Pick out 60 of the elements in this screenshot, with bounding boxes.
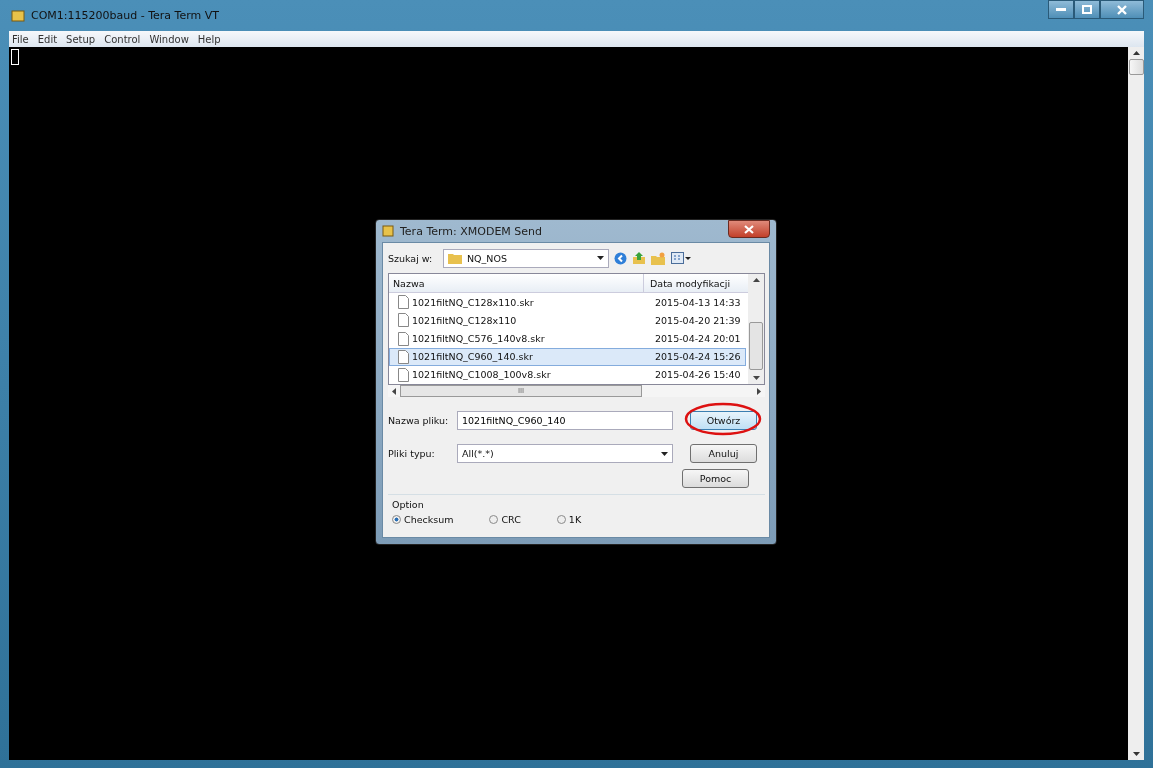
close-button[interactable] [1100,0,1144,19]
file-row[interactable]: 1021filtNQ_C128x110.skr 2015-04-13 14:33 [389,293,746,312]
view-menu-icon[interactable] [671,252,691,264]
vertical-scrollbar[interactable] [1128,47,1144,760]
scroll-left-icon[interactable] [392,387,396,395]
folder-icon [448,252,462,264]
minimize-button[interactable] [1048,0,1074,19]
scroll-up-icon[interactable] [752,278,760,282]
look-in-label: Szukaj w: [388,252,434,264]
menu-item[interactable]: Help [197,33,221,45]
close-button[interactable] [728,220,770,238]
close-icon [744,224,754,234]
minimize-icon [1056,7,1066,12]
scroll-up-icon[interactable] [1132,51,1140,55]
scroll-down-icon[interactable] [752,376,760,380]
menu-item[interactable]: Control [104,33,141,45]
scroll-thumb[interactable] [749,322,763,370]
option-label: Option [392,499,424,510]
file-name-label: Nazwa pliku: [388,415,450,426]
column-header[interactable]: Nazwa [389,274,644,293]
file-row[interactable]: 1021filtNQ_C1008_100v8.skr 2015-04-26 15:40 [389,365,746,385]
scroll-down-icon[interactable] [1132,752,1140,756]
file-row[interactable]: 1021filtNQ_C128x110 2015-04-20 21:39 [389,311,746,330]
scroll-right-icon[interactable] [757,387,761,395]
text-cursor [11,49,19,65]
radio-option[interactable]: CRC [489,514,521,525]
app-icon [382,225,394,237]
menu-item[interactable]: Window [149,33,189,45]
file-icon [398,349,409,364]
window-title: COM1:115200baud - Tera Term VT [31,9,219,22]
list-scrollbar[interactable] [748,274,764,384]
back-icon[interactable] [614,251,627,265]
maximize-icon [1082,5,1092,14]
file-icon [398,331,409,346]
scroll-thumb[interactable] [1128,59,1144,75]
help-button[interactable]: Pomoc [682,469,749,488]
radio-option[interactable]: 1K [556,514,582,525]
maximize-button[interactable] [1074,0,1100,19]
folder-dropdown[interactable]: NQ_NOS [443,248,609,268]
menu-item[interactable]: Edit [37,33,58,45]
file-type-dropdown[interactable]: All(*.*) [457,444,673,463]
column-header[interactable]: Data modyfikacji [644,277,731,289]
open-button[interactable]: Otwórz [690,411,757,430]
file-type-label: Pliki typu: [388,448,436,459]
dropdown-caret-icon [661,451,668,456]
dropdown-caret-icon [597,256,604,260]
file-name-field[interactable]: 1021filtNQ_C960_140 [457,411,673,430]
cancel-button[interactable]: Anuluj [690,444,757,463]
file-icon [398,313,409,328]
app-icon [11,8,25,23]
menu-item[interactable]: Setup [66,33,96,45]
file-row[interactable]: 1021filtNQ_C960_140.skr 2015-04-24 15:26 [389,347,746,366]
file-icon [398,295,409,310]
file-icon [398,367,409,382]
close-icon [1117,4,1127,15]
menu-item[interactable]: File [12,33,29,45]
up-folder-icon[interactable] [632,251,646,265]
file-row[interactable]: 1021filtNQ_C576_140v8.skr 2015-04-24 20:01 [389,329,746,348]
dialog-title: Tera Term: XMODEM Send [400,224,543,238]
radio-option[interactable]: Checksum [392,514,454,525]
